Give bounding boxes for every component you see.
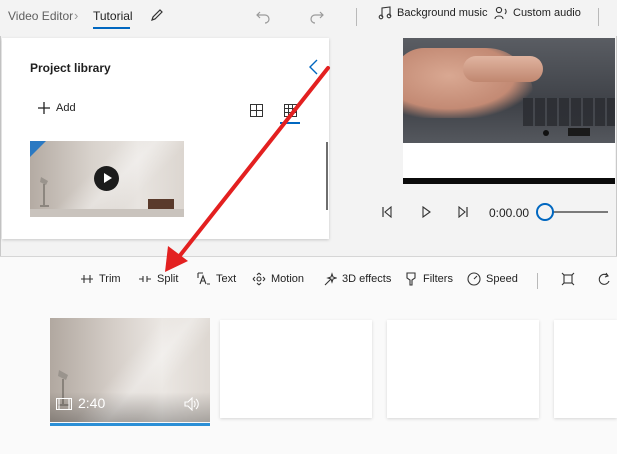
project-library-title: Project library <box>30 61 111 75</box>
split-icon <box>139 276 151 282</box>
small-thumbnails-icon[interactable] <box>284 104 297 117</box>
3d-effects-label: 3D effects <box>342 273 392 285</box>
trim-button[interactable]: Trim <box>80 272 121 286</box>
preview-fingers <box>463 56 543 82</box>
rotate-icon <box>598 272 610 285</box>
motion-button[interactable]: Motion <box>252 272 304 286</box>
preview-keyboard <box>523 98 615 126</box>
speed-label: Speed <box>486 273 518 285</box>
add-label: Add <box>56 102 76 114</box>
motion-label: Motion <box>271 273 305 285</box>
empty-storyboard-slot[interactable] <box>220 320 372 418</box>
preview-port <box>543 130 549 136</box>
3d-effects-button[interactable]: 3D effects <box>323 272 391 286</box>
library-video-thumbnail[interactable] <box>30 141 184 217</box>
resize-icon <box>561 272 575 286</box>
filters-icon <box>406 272 416 286</box>
collapse-chevron-icon[interactable] <box>307 58 321 76</box>
lamp-graphic <box>40 177 49 207</box>
motion-icon <box>252 272 266 286</box>
trim-label: Trim <box>99 273 121 285</box>
plus-icon <box>38 102 50 114</box>
add-media-button[interactable]: Add <box>38 102 76 114</box>
music-note-icon <box>378 6 392 20</box>
library-scrollbar[interactable] <box>326 142 328 210</box>
previous-frame-icon[interactable] <box>381 206 393 218</box>
toolbar-divider <box>356 8 357 26</box>
undo-icon[interactable] <box>255 8 271 24</box>
empty-storyboard-slot[interactable] <box>387 320 539 418</box>
breadcrumb-video-editor[interactable]: Video Editor <box>8 9 73 23</box>
preview-frame <box>403 38 615 184</box>
preview-usb-port <box>568 128 590 136</box>
background-music-label: Background music <box>397 7 488 19</box>
filters-button[interactable]: Filters <box>404 272 453 286</box>
custom-audio-label: Custom audio <box>513 7 581 19</box>
storyboard-clip[interactable]: 2:40 <box>50 318 210 422</box>
pencil-icon[interactable] <box>149 7 165 23</box>
text-label: Text <box>216 273 237 285</box>
volume-icon[interactable] <box>184 397 200 411</box>
text-button[interactable]: Text <box>197 272 236 286</box>
play-button-icon[interactable] <box>420 206 432 218</box>
breadcrumb-active-indicator <box>93 27 130 29</box>
playback-time: 0:00.00 <box>489 206 530 220</box>
3d-effects-icon <box>324 272 337 286</box>
trim-icon <box>81 275 93 283</box>
rotate-button[interactable] <box>597 272 611 286</box>
large-thumbnails-icon[interactable] <box>250 104 263 117</box>
speedometer-icon <box>467 272 481 286</box>
project-library-panel: Project library Add <box>2 38 329 239</box>
title-bar: Video Editor › Tutorial Background music… <box>0 0 617 36</box>
video-preview <box>403 38 615 184</box>
storyboard-toolbar: Trim Split Text Motion 3D effects Filter… <box>0 263 617 297</box>
background-music-button[interactable]: Background music <box>378 6 488 20</box>
split-label: Split <box>157 273 179 285</box>
film-strip-icon <box>56 398 72 410</box>
custom-audio-button[interactable]: Custom audio <box>494 6 581 20</box>
empty-storyboard-slot[interactable] <box>554 320 617 418</box>
clip-duration: 2:40 <box>78 395 106 411</box>
view-mode-indicator <box>280 122 300 124</box>
thumbnail-shelf <box>148 199 174 209</box>
breadcrumb-project-name: Tutorial <box>93 9 133 23</box>
resize-button[interactable] <box>561 272 575 286</box>
speed-button[interactable]: Speed <box>467 272 518 286</box>
toolbar-divider <box>537 273 538 289</box>
clip-selection-indicator <box>50 423 210 426</box>
used-in-project-marker <box>30 141 46 157</box>
toolbar-divider <box>598 8 599 26</box>
seek-handle[interactable] <box>536 203 554 221</box>
redo-icon[interactable] <box>309 8 325 24</box>
text-icon <box>197 272 210 285</box>
thumbnail-floor <box>30 209 184 217</box>
split-button[interactable]: Split <box>138 272 178 286</box>
next-frame-icon[interactable] <box>457 206 469 218</box>
filters-label: Filters <box>423 273 453 285</box>
breadcrumb-chevron-icon: › <box>74 8 79 23</box>
person-audio-icon <box>494 6 507 20</box>
play-icon[interactable] <box>94 166 119 191</box>
